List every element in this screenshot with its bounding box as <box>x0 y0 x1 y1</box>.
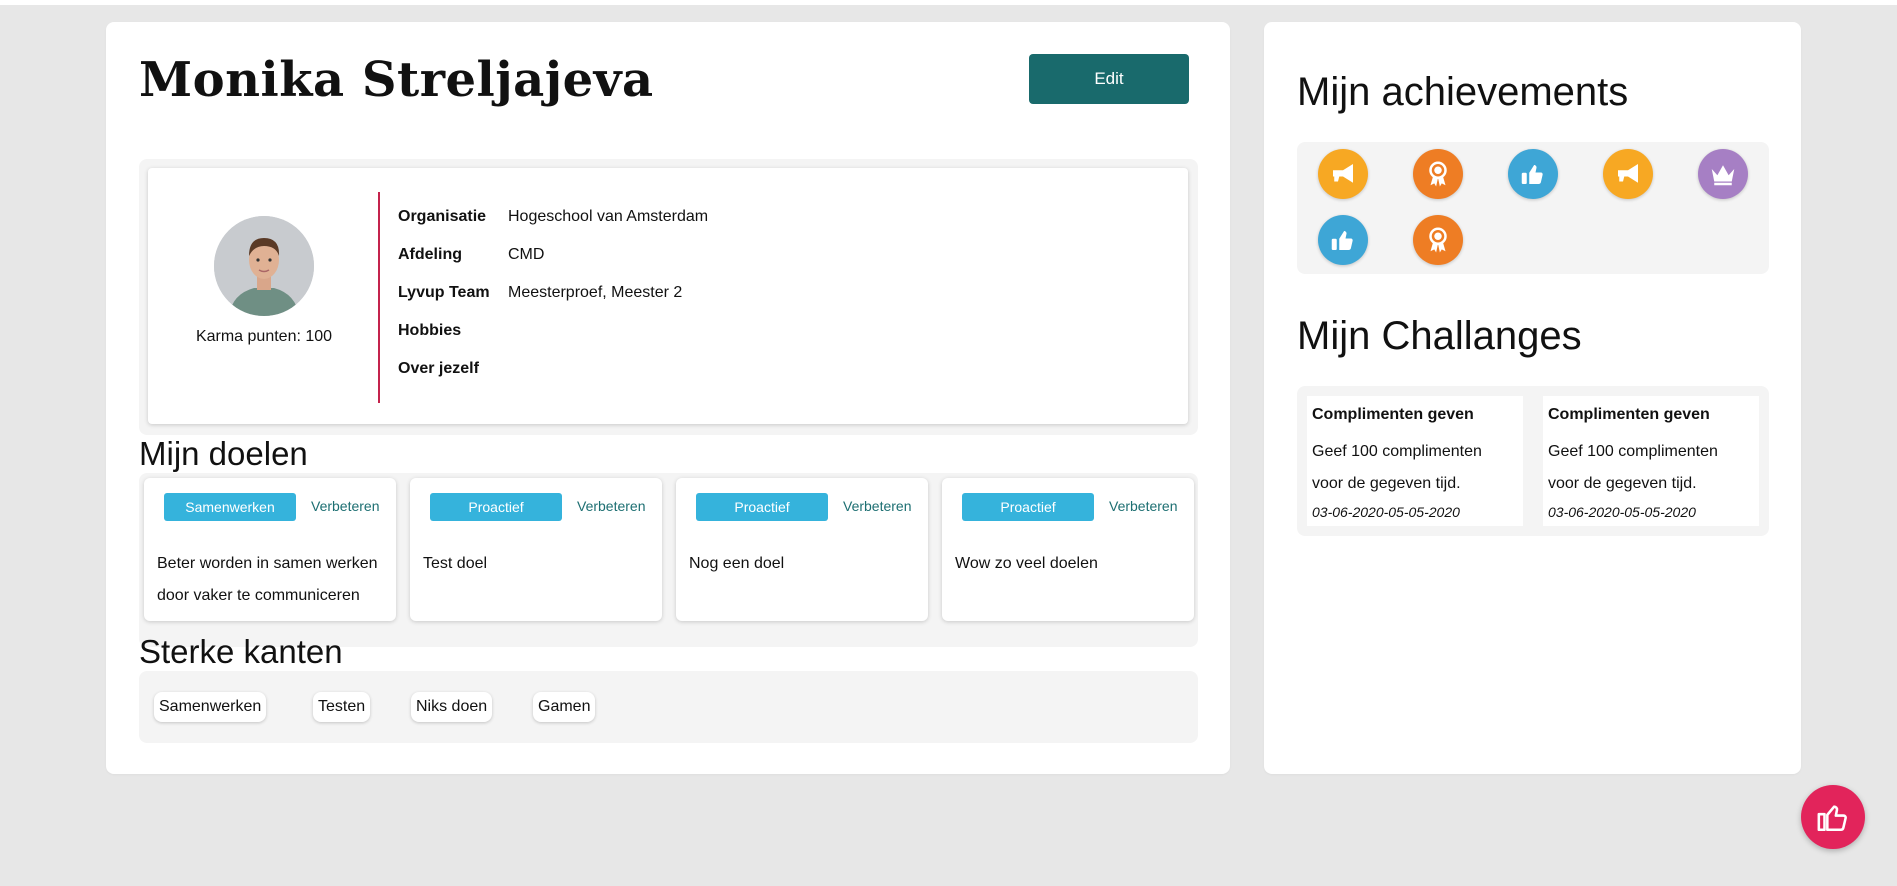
profile-info-section: Karma punten: 100 Organisatie Hogeschool… <box>139 159 1198 435</box>
achievement-badge[interactable] <box>1413 149 1463 199</box>
field-value: Meesterproef, Meester 2 <box>508 284 683 301</box>
field-value: CMD <box>508 246 545 263</box>
challenge-card[interactable]: Complimenten geven Geef 100 complimenten… <box>1307 396 1523 526</box>
field-value: Hogeschool van Amsterdam <box>508 208 709 225</box>
goal-text: Wow zo veel doelen <box>955 555 1098 572</box>
goal-card[interactable]: Proactief Verbeteren Wow zo veel doelen <box>942 478 1194 621</box>
avatar <box>214 216 314 316</box>
thumbs-up-icon <box>1521 165 1543 184</box>
goals-heading: Mijn doelen <box>139 435 308 472</box>
challenge-description: Geef 100 complimenten voor de gegeven ti… <box>1312 443 1482 492</box>
field-lyvup-team: Lyvup Team Meesterproef, Meester 2 <box>398 274 708 312</box>
profile-card: Monika Streljajeva Edit Karma punten: 10… <box>106 22 1230 774</box>
challenge-description: Geef 100 complimenten voor de gegeven ti… <box>1548 443 1718 492</box>
field-label: Hobbies <box>398 322 462 339</box>
field-label: Over jezelf <box>398 360 479 377</box>
field-hobbies: Hobbies <box>398 312 708 350</box>
challenge-dates: 03-06-2020-05-05-2020 <box>1548 504 1696 520</box>
field-over-jezelf: Over jezelf <box>398 350 708 388</box>
goal-improve-link[interactable]: Verbeteren <box>577 498 646 514</box>
field-label: Lyvup Team <box>398 284 490 301</box>
challenge-title: Complimenten geven <box>1312 406 1474 423</box>
goal-text: Nog een doel <box>689 555 785 572</box>
megaphone-icon <box>1333 164 1353 183</box>
goal-improve-link[interactable]: Verbeteren <box>311 498 380 514</box>
achievements-heading: Mijn achievements <box>1297 70 1629 114</box>
achievement-badge[interactable] <box>1318 215 1368 265</box>
ribbon-icon <box>1429 227 1447 253</box>
achievement-badge[interactable] <box>1508 149 1558 199</box>
field-label: Organisatie <box>398 208 487 225</box>
profile-name: Monika Streljajeva <box>139 52 654 108</box>
edit-button[interactable]: Edit <box>1029 54 1189 104</box>
field-afdeling: Afdeling CMD <box>398 236 708 274</box>
field-organisatie: Organisatie Hogeschool van Amsterdam <box>398 198 708 236</box>
profile-info-card: Karma punten: 100 Organisatie Hogeschool… <box>148 168 1188 424</box>
crown-icon <box>1711 165 1735 186</box>
strength-chip: Gamen <box>533 692 596 722</box>
ribbon-icon <box>1429 161 1447 187</box>
achievements-card: Mijn achievements Mijn Challanges Compli… <box>1264 22 1801 774</box>
challenge-title: Complimenten geven <box>1548 406 1710 423</box>
goal-text: Beter worden in samen werken door vaker … <box>157 555 378 604</box>
goal-tag: Proactief <box>696 493 828 521</box>
goal-tag: Samenwerken <box>164 493 296 521</box>
info-divider <box>378 192 380 403</box>
achievement-badge[interactable] <box>1698 149 1748 199</box>
compliment-fab-button[interactable] <box>1801 785 1865 849</box>
goal-card[interactable]: Samenwerken Verbeteren Beter worden in s… <box>144 478 396 621</box>
challenges-heading: Mijn Challanges <box>1297 314 1582 358</box>
avatar-photo <box>214 216 314 316</box>
challenge-card[interactable]: Complimenten geven Geef 100 complimenten… <box>1543 396 1759 526</box>
goal-card[interactable]: Proactief Verbeteren Nog een doel <box>676 478 928 621</box>
strength-chip: Niks doen <box>411 692 493 722</box>
top-bar <box>0 0 1897 5</box>
strength-chip: Samenwerken <box>154 692 267 722</box>
megaphone-icon <box>1618 164 1638 183</box>
achievement-badge[interactable] <box>1603 149 1653 199</box>
thumbs-up-icon <box>1331 231 1353 250</box>
strengths-heading: Sterke kanten <box>139 633 343 670</box>
thumbs-up-icon <box>1817 805 1847 832</box>
challenge-dates: 03-06-2020-05-05-2020 <box>1312 504 1460 520</box>
goal-tag: Proactief <box>430 493 562 521</box>
achievements-grid <box>1297 142 1769 274</box>
goal-improve-link[interactable]: Verbeteren <box>843 498 912 514</box>
achievement-badge[interactable] <box>1413 215 1463 265</box>
goals-list: Samenwerken Verbeteren Beter worden in s… <box>139 473 1198 647</box>
achievement-badge[interactable] <box>1318 149 1368 199</box>
karma-points: Karma punten: 100 <box>195 328 333 345</box>
goal-text: Test doel <box>423 555 488 572</box>
goal-tag: Proactief <box>962 493 1094 521</box>
goal-card[interactable]: Proactief Verbeteren Test doel <box>410 478 662 621</box>
strengths-list: Samenwerken Testen Niks doen Gamen <box>139 671 1198 743</box>
profile-fields: Organisatie Hogeschool van Amsterdam Afd… <box>398 198 708 388</box>
strength-chip: Testen <box>313 692 371 722</box>
challenges-list: Complimenten geven Geef 100 complimenten… <box>1297 386 1769 536</box>
goal-improve-link[interactable]: Verbeteren <box>1109 498 1178 514</box>
field-label: Afdeling <box>398 246 462 263</box>
